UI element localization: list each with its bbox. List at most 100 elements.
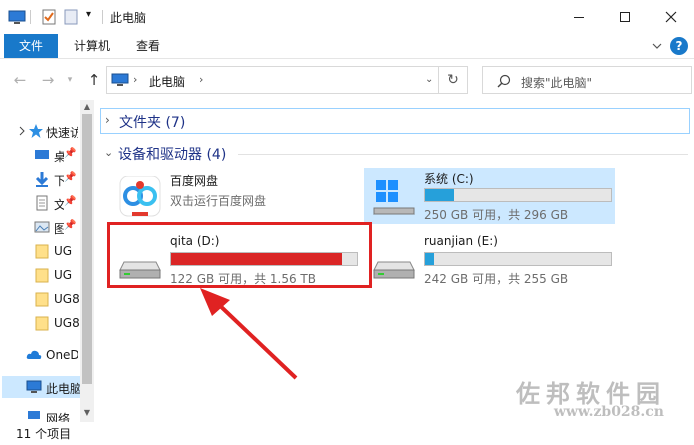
sidebar-item-quick-access[interactable]: 快速访问 bbox=[0, 120, 80, 142]
device-description: 双击运行百度网盘 bbox=[170, 194, 267, 208]
refresh-button[interactable]: ↻ bbox=[438, 66, 468, 94]
address-bar[interactable]: › 此电脑 › ⌄ bbox=[106, 66, 468, 94]
devices-group-label: 设备和驱动器 (4) bbox=[118, 147, 227, 163]
star-icon bbox=[29, 124, 43, 138]
sidebar-item-label: 图片 bbox=[54, 222, 64, 236]
sidebar-item-folder[interactable]: UG bbox=[0, 240, 80, 262]
sidebar-item-this-pc[interactable]: 此电脑 bbox=[2, 376, 80, 398]
computer-icon bbox=[111, 73, 129, 86]
picture-icon bbox=[34, 221, 50, 233]
download-icon bbox=[35, 172, 49, 187]
sidebar-item-network[interactable]: 网络 bbox=[0, 406, 80, 422]
capacity-bar bbox=[424, 188, 612, 202]
capacity-text: 242 GB 可用，共 255 GB bbox=[424, 272, 569, 286]
search-input[interactable]: 搜索"此电脑" bbox=[521, 74, 592, 91]
pin-icon[interactable]: 📌 bbox=[64, 196, 76, 207]
device-tile-baidu[interactable]: 百度网盘 双击运行百度网盘 bbox=[110, 170, 360, 226]
scroll-up-icon[interactable]: ▲ bbox=[80, 100, 94, 114]
search-icon bbox=[497, 74, 511, 88]
cloud-icon bbox=[26, 350, 42, 359]
annotation-arrow-icon bbox=[200, 288, 298, 380]
item-count: 11 个项目 bbox=[16, 427, 72, 441]
breadcrumb-separator-icon[interactable]: › bbox=[133, 73, 137, 86]
close-button[interactable] bbox=[648, 0, 694, 34]
sidebar-item-pictures[interactable]: 图片 📌 bbox=[0, 216, 80, 238]
status-bar: 11 个项目 bbox=[0, 422, 694, 445]
device-tile-e-drive[interactable]: ruanjian (E:) 242 GB 可用，共 255 GB bbox=[364, 232, 615, 288]
maximize-icon bbox=[620, 12, 630, 22]
ribbon-tabs: 文件 计算机 查看 ? bbox=[0, 34, 694, 58]
navigation-bar: ← → ▾ ↑ › 此电脑 › ⌄ ↻ 搜索"此电脑" bbox=[0, 60, 694, 100]
pin-icon[interactable]: 📌 bbox=[64, 220, 76, 231]
address-dropdown-icon[interactable]: ⌄ bbox=[425, 74, 433, 85]
capacity-fill bbox=[425, 253, 435, 265]
breadcrumb-this-pc[interactable]: 此电脑 bbox=[149, 73, 185, 90]
minimize-icon bbox=[574, 16, 584, 18]
chevron-down-icon[interactable]: ⌄ bbox=[104, 146, 113, 159]
help-button[interactable]: ? bbox=[670, 37, 688, 55]
forward-arrow-icon[interactable]: → bbox=[38, 70, 58, 90]
computer-icon bbox=[8, 10, 26, 24]
sidebar-item-label: UG8 bbox=[54, 292, 80, 306]
sidebar-item-folder[interactable]: UG8 bbox=[0, 312, 80, 334]
search-box[interactable]: 搜索"此电脑" bbox=[482, 66, 692, 94]
scroll-thumb[interactable] bbox=[82, 114, 92, 384]
device-tile-c-drive[interactable]: 系统 (C:) 250 GB 可用，共 296 GB bbox=[364, 168, 615, 224]
sidebar-item-onedrive[interactable]: OneDrive bbox=[0, 344, 80, 366]
sidebar-item-folder[interactable]: UG bbox=[0, 264, 80, 286]
computer-icon bbox=[26, 380, 42, 393]
chevron-right-icon[interactable]: › bbox=[105, 113, 110, 127]
folder-icon bbox=[35, 244, 49, 259]
folders-group-label: 文件夹 (7) bbox=[119, 115, 186, 131]
capacity-fill bbox=[425, 189, 454, 201]
up-arrow-icon[interactable]: ↑ bbox=[84, 70, 104, 90]
tab-view[interactable]: 查看 bbox=[126, 34, 170, 58]
sidebar-item-downloads[interactable]: 下载 📌 bbox=[0, 168, 80, 190]
sidebar-item-documents[interactable]: 文档 📌 bbox=[0, 192, 80, 214]
navigation-pane: 快速访问 桌面 📌 下载 📌 文档 📌 图片 📌 UG UG UG8 UG8 O… bbox=[0, 100, 94, 422]
sidebar-item-folder[interactable]: UG8 bbox=[0, 288, 80, 310]
sidebar-item-label: 桌面 bbox=[54, 150, 64, 164]
breadcrumb-separator-icon[interactable]: › bbox=[199, 73, 203, 86]
sidebar-item-label: 网络 bbox=[46, 412, 71, 422]
sidebar-item-label: 文档 bbox=[54, 198, 64, 212]
windows-drive-icon bbox=[373, 180, 415, 215]
title-bar: ▾ 此电脑 bbox=[0, 0, 694, 34]
maximize-button[interactable] bbox=[602, 0, 648, 34]
refresh-icon: ↻ bbox=[447, 72, 459, 88]
desktop-icon bbox=[35, 150, 49, 159]
device-name: ruanjian (E:) bbox=[424, 234, 498, 248]
capacity-text: 250 GB 可用，共 296 GB bbox=[424, 208, 569, 222]
annotation-highlight-box bbox=[107, 222, 372, 288]
window-title: 此电脑 bbox=[110, 11, 147, 25]
tab-file[interactable]: 文件 bbox=[4, 34, 58, 58]
device-name: 百度网盘 bbox=[170, 174, 219, 188]
sidebar-item-label: 快速访问 bbox=[46, 126, 78, 140]
sidebar-item-label: 此电脑 bbox=[46, 382, 80, 396]
sidebar-item-label: UG bbox=[54, 268, 73, 282]
properties-icon[interactable] bbox=[40, 8, 58, 26]
recent-locations-icon[interactable]: ▾ bbox=[60, 70, 80, 90]
watermark-url: www.zb028.cn bbox=[553, 404, 664, 420]
folder-icon bbox=[35, 268, 49, 283]
devices-group-header[interactable]: ⌄ 设备和驱动器 (4) bbox=[102, 142, 690, 166]
document-icon bbox=[36, 195, 48, 211]
sidebar-item-desktop[interactable]: 桌面 📌 bbox=[0, 144, 80, 166]
pin-icon[interactable]: 📌 bbox=[64, 148, 76, 159]
scroll-down-icon[interactable]: ▼ bbox=[80, 406, 94, 420]
folder-icon bbox=[35, 316, 49, 331]
tab-computer[interactable]: 计算机 bbox=[66, 34, 118, 58]
back-arrow-icon[interactable]: ← bbox=[10, 70, 30, 90]
folder-icon bbox=[35, 292, 49, 307]
minimize-button[interactable] bbox=[556, 0, 602, 34]
drive-icon bbox=[373, 261, 415, 279]
quick-access-dropdown-icon[interactable]: ▾ bbox=[86, 9, 91, 20]
sidebar-item-label: 下载 bbox=[54, 174, 64, 188]
new-folder-icon[interactable] bbox=[62, 8, 80, 26]
ribbon-expand-icon[interactable] bbox=[650, 39, 664, 53]
pin-icon[interactable]: 📌 bbox=[64, 172, 76, 183]
sidebar-item-label: OneDrive bbox=[46, 348, 78, 362]
close-icon bbox=[665, 11, 677, 23]
folders-group-header[interactable]: › 文件夹 (7) bbox=[100, 108, 690, 134]
capacity-bar bbox=[424, 252, 612, 266]
